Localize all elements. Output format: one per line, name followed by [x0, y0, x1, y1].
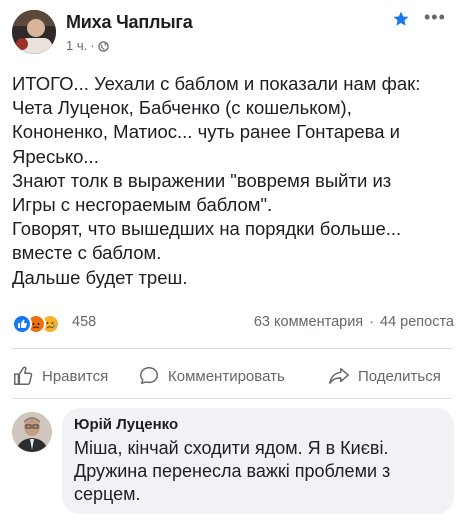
comment-text-line: серцем.	[74, 484, 141, 504]
comment-text-line: Міша, кінчай сходити ядом. Я в Києві.	[74, 438, 389, 458]
post-text-line: Говорят, что вышедших на порядки больше.…	[12, 218, 402, 240]
like-button[interactable]: Нравится	[12, 358, 108, 394]
favorite-star-icon[interactable]	[392, 10, 410, 28]
globe-icon	[97, 40, 109, 52]
comment-bubble: Юрій Луценко Міша, кінчай сходити ядом. …	[62, 408, 454, 514]
post-text: ИТОГО... Уехали с баблом и показали нам …	[12, 72, 458, 290]
like-label: Нравится	[42, 367, 109, 385]
counts-separator: ·	[369, 314, 374, 330]
post-header: Миха Чаплыга 1 ч. · •••	[0, 0, 464, 64]
like-reaction-icon	[12, 314, 32, 334]
post-text-line: Дальше будет треш.	[12, 266, 188, 288]
post-text-line: Знают толк в выражении "вовремя выйти из	[12, 169, 392, 191]
engagement-counts: 63 комментария · 44 репоста	[254, 314, 454, 330]
meta-separator: ·	[90, 38, 95, 53]
actions-divider	[12, 398, 452, 399]
reaction-count[interactable]: 458	[72, 314, 96, 330]
comments-count[interactable]: 63 комментария	[254, 314, 363, 330]
share-button[interactable]: Поделиться	[328, 358, 441, 394]
share-label: Поделиться	[358, 367, 441, 385]
comment-button[interactable]: Комментировать	[138, 358, 285, 394]
thumbs-up-icon	[12, 365, 34, 387]
post-text-line: Чета Луценок, Бабченко (с кошельком),	[12, 97, 352, 119]
comment-text: Міша, кінчай сходити ядом. Я в Києві. Др…	[74, 437, 442, 506]
commenter-avatar[interactable]	[12, 412, 52, 452]
post-text-line: Кононенко, Матиос... чуть ранее Гонтарев…	[12, 121, 401, 143]
post-stats: 458 63 комментария · 44 репоста	[12, 312, 454, 338]
stats-divider	[12, 348, 452, 349]
post-text-line: Игры с несгораемым баблом".	[12, 194, 273, 216]
shares-count[interactable]: 44 репоста	[380, 314, 454, 330]
post-time[interactable]: 1 ч.	[66, 38, 87, 53]
commenter-name[interactable]: Юрій Луценко	[74, 416, 442, 433]
comment-text-line: Дружина перенесла важкі проблеми з	[74, 461, 391, 481]
share-arrow-icon	[328, 365, 350, 387]
comment-label: Комментировать	[168, 367, 285, 385]
author-avatar[interactable]	[12, 10, 56, 54]
post-text-line: вместе с баблом.	[12, 242, 162, 264]
post-text-line: ИТОГО... Уехали с баблом и показали нам …	[12, 73, 421, 94]
reaction-icons[interactable]	[12, 314, 60, 334]
more-options-icon[interactable]: •••	[424, 8, 446, 26]
post-actions: Нравится Комментировать Поделиться	[0, 358, 464, 394]
comment-bubble-icon	[138, 365, 160, 387]
author-name[interactable]: Миха Чаплыга	[66, 12, 193, 33]
post-text-line: Яресько...	[12, 145, 99, 167]
post-meta: 1 ч. ·	[66, 38, 109, 53]
